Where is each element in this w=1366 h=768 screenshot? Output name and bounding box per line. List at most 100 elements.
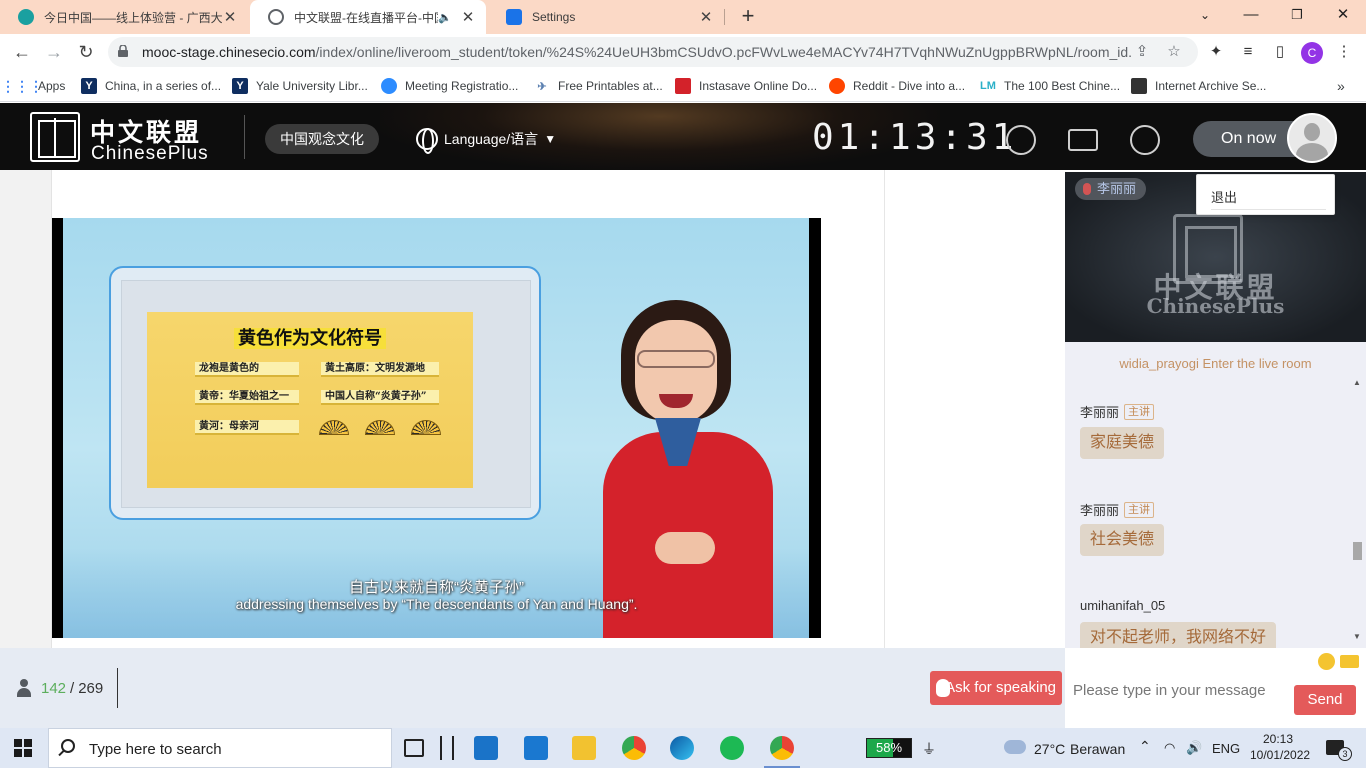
chrome-icon[interactable] [622,736,646,760]
speaker-icon[interactable]: 🔈 [438,11,452,24]
file-explorer-icon[interactable] [572,736,596,760]
weather-cloud-icon[interactable] [1004,740,1026,754]
monitor-icon[interactable] [1068,129,1098,151]
ask-for-speaking-button[interactable]: Ask for speaking [930,671,1062,705]
role-badge: 主讲 [1124,403,1155,420]
url-host: mooc-stage.chinesecio.com [142,44,316,60]
taskbar-search-text: Type here to search [89,741,222,758]
slide-item: 中国人自称“炎黄子孙” [321,390,439,405]
clock-time[interactable]: 20:13 [1263,732,1293,746]
restore-button[interactable]: ❐ [1274,0,1320,32]
weather-text[interactable]: Berawan [1070,741,1125,757]
send-button[interactable]: Send [1294,685,1356,715]
windows-start-icon[interactable] [14,739,32,757]
bookmark-yale-library[interactable]: Y Yale University Libr... [232,76,368,96]
extensions-puzzle-icon[interactable]: ✦ [1206,42,1226,62]
folder-icon[interactable] [1340,655,1359,668]
compass-icon[interactable] [1006,125,1036,155]
bookmark-apps[interactable]: ⋮⋮⋮ Apps [1,76,65,96]
signal-icon[interactable] [1130,125,1160,155]
close-tab-icon[interactable]: ✕ [460,8,476,26]
forward-arrow-icon[interactable]: → [42,40,66,64]
course-title-button[interactable]: 中国观念文化 [265,124,379,154]
address-bar[interactable]: mooc-stage.chinesecio.com/index/online/l… [108,37,1198,67]
footer-divider [117,668,118,708]
scroll-up-icon[interactable]: ▲ [1353,378,1361,387]
url-path: /index/online/liveroom_student/token/%24… [315,44,1132,60]
chat-scrollbar[interactable]: ▲ ▼ [1350,378,1364,644]
subtitle-english: addressing themselves by “The descendant… [235,596,638,612]
slide-item: 黄土高原：文明发源地 [321,362,439,377]
bookmark-reddit[interactable]: Reddit - Dive into a... [829,76,965,96]
bookmark-label: Meeting Registratio... [405,79,519,93]
count-separator: / [70,679,75,697]
chevron-up-icon[interactable]: ⌃ [1139,738,1151,755]
url-text[interactable]: mooc-stage.chinesecio.com/index/online/l… [142,44,1132,60]
bookmark-instasave[interactable]: Instasave Online Do... [675,76,817,96]
reload-icon[interactable]: ↻ [74,40,98,64]
bookmark-100-best-chinese[interactable]: LM The 100 Best Chine... [980,76,1120,96]
side-panel-icon[interactable]: ▯ [1270,42,1290,62]
total-count: 269 [78,679,104,697]
language-selector[interactable]: Language/语言 ▼ [416,127,556,154]
mail-icon[interactable] [524,736,548,760]
classroom-footer: 142 / 269 Ask for speaking [0,648,1065,728]
user-dropdown: 退出 [1196,174,1335,215]
bookmark-china-series[interactable]: Y China, in a series of... [81,76,221,96]
sender-name: 李丽丽 [1080,503,1120,518]
language-label: Language/语言 [444,131,539,147]
tab-title: 中文联盟-在线直播平台-中国 [294,10,439,25]
bookmark-star-icon[interactable]: ☆ [1164,42,1184,62]
temperature[interactable]: 27°C [1034,741,1065,757]
spotify-icon[interactable] [720,736,744,760]
slide-item: 黄河：母亲河 [195,420,299,435]
tab-today-china[interactable]: 今日中国——线上体验营 - 广西大 ✕ [0,0,248,34]
tab-live-room[interactable]: 中文联盟-在线直播平台-中国 🔈 ✕ [250,0,486,34]
browser-toolbar: ← → ↻ mooc-stage.chinesecio.com/index/on… [0,34,1366,70]
tab-separator [724,9,725,25]
content-divider [884,170,885,648]
widgets-icon[interactable] [440,736,454,760]
l-app-icon[interactable] [474,736,498,760]
windows-taskbar: Type here to search 58% ⏚ 27°C Berawan ⌃… [0,728,1366,768]
scroll-thumb[interactable] [1353,542,1362,560]
fan-icon [411,420,441,435]
message-input[interactable] [1073,678,1293,702]
task-view-icon[interactable] [404,739,424,757]
close-window-button[interactable]: ✕ [1320,0,1366,32]
tab-title: Settings [532,10,576,24]
wifi-icon[interactable]: ◠ [1164,740,1175,756]
browser-menu-icon[interactable]: ⋮ [1334,42,1354,62]
globe-icon [416,128,438,154]
scroll-down-icon[interactable]: ▼ [1353,632,1361,641]
usb-icon[interactable]: ⏚ [922,739,936,759]
logout-button[interactable]: 退出 [1211,187,1237,206]
taskbar-search-box[interactable]: Type here to search [48,728,392,768]
minimize-button[interactable]: — [1228,0,1274,32]
close-tab-icon[interactable]: ✕ [222,8,238,26]
tab-settings[interactable]: Settings ✕ [488,0,724,34]
share-icon[interactable]: ⇪ [1132,42,1152,62]
input-language[interactable]: ENG [1212,741,1240,756]
close-tab-icon[interactable]: ✕ [698,8,714,26]
bookmark-internet-archive[interactable]: Internet Archive Se... [1131,76,1266,96]
more-bookmarks-icon[interactable]: » [1337,76,1345,96]
battery-indicator[interactable]: 58% [866,738,912,758]
volume-icon[interactable]: 🔊 [1186,740,1202,756]
edge-icon[interactable] [670,736,694,760]
bookmark-meeting-registration[interactable]: Meeting Registratio... [381,76,518,96]
lock-icon [118,45,128,57]
new-tab-button[interactable]: + [736,4,760,30]
emoji-icon[interactable] [1318,653,1335,670]
bookmark-free-printables[interactable]: ✈ Free Printables at... [534,76,662,96]
tab-search-icon[interactable]: ⌄ [1182,0,1228,32]
back-arrow-icon[interactable]: ← [10,40,34,64]
chrome-active-icon[interactable] [764,736,800,768]
user-avatar[interactable] [1287,113,1337,163]
media-queue-icon[interactable]: ≡ [1238,42,1258,62]
video-player[interactable]: 黄色作为文化符号 龙袍是黄色的 黄土高原：文明发源地 黄帝：华夏始祖之一 中国人… [52,218,821,638]
online-count: 142 [41,679,67,697]
profile-avatar[interactable]: C [1301,42,1323,64]
clock-date[interactable]: 10/01/2022 [1250,748,1310,762]
logo-english: ChinesePlus [91,143,209,164]
